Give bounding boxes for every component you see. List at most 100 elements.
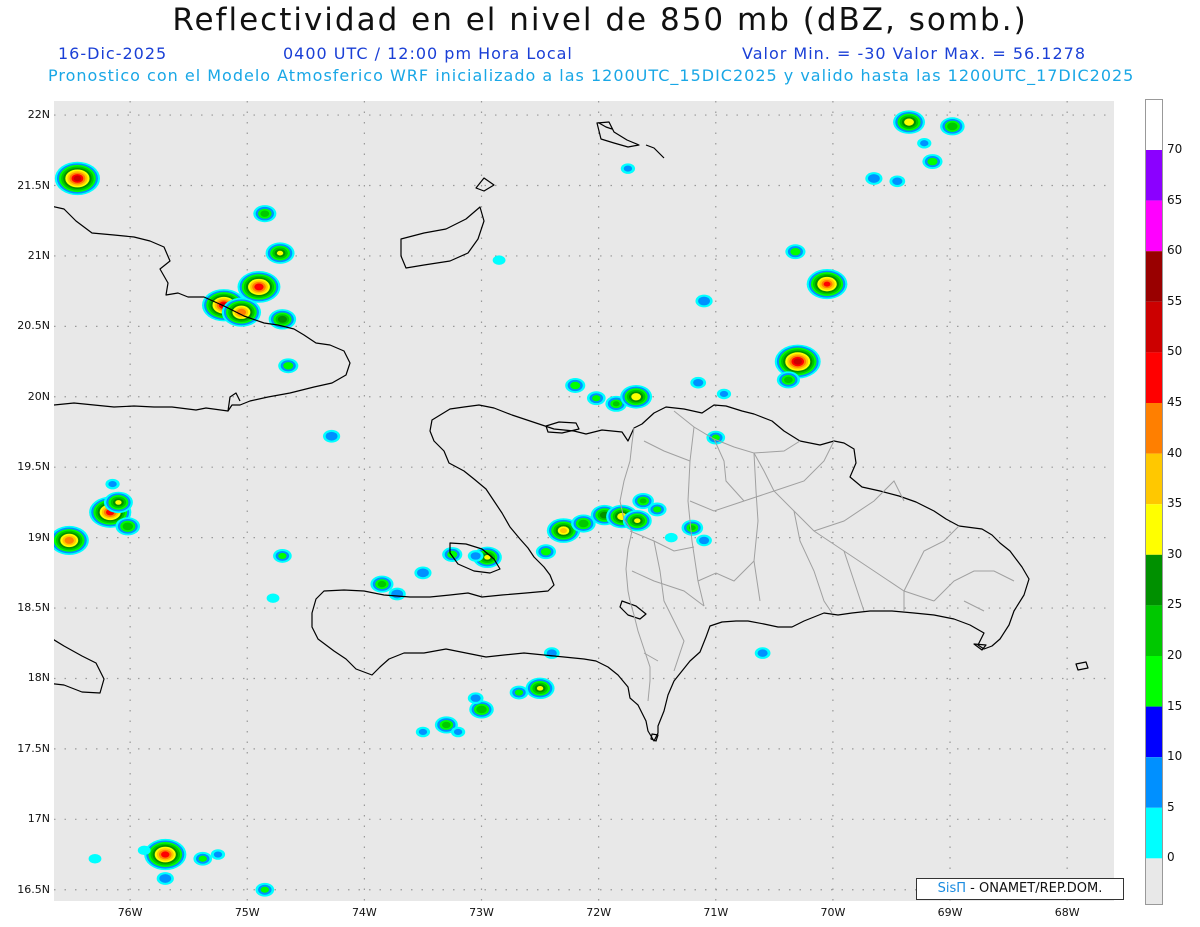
echo-contour: [73, 175, 82, 182]
sispi-logo: SisΠ: [937, 881, 967, 896]
colorbar-tick-label: 50: [1167, 344, 1183, 359]
echo-cell: [210, 849, 226, 860]
echo-cell: [647, 502, 667, 517]
colorbar-tick-label: 60: [1167, 243, 1183, 258]
echo-contour: [867, 174, 880, 183]
echo-contour: [325, 431, 338, 441]
echo-contour: [278, 552, 287, 559]
colorbar-tick-label: 15: [1167, 698, 1183, 713]
colorbar-tick-label: 65: [1167, 192, 1183, 207]
echo-cell: [695, 294, 713, 308]
map-title: Reflectividad en el nivel de 850 mb (dBZ…: [172, 2, 1028, 38]
echo-cell: [103, 491, 133, 514]
echo-contour: [198, 855, 207, 862]
colorbar-tick-label: 30: [1167, 546, 1183, 561]
echo-cell: [414, 566, 432, 580]
echo-cell: [273, 549, 292, 563]
lon-tick-label: 68W: [1054, 906, 1080, 919]
echo-cell: [415, 726, 431, 738]
echo-cell: [265, 242, 295, 264]
forecast-date: 16-Dic-2025: [58, 44, 168, 63]
echo-contour: [892, 177, 903, 186]
echo-cell: [865, 172, 883, 185]
colorbar-tick-label: 45: [1167, 395, 1183, 409]
credit-text: - ONAMET/REP.DOM.: [966, 881, 1103, 896]
colorbar-swatch: [1146, 554, 1162, 606]
colorbar-swatch: [1146, 504, 1162, 555]
echo-contour: [559, 527, 568, 534]
model-subtitle: Pronostico con el Modelo Atmosferico WRF…: [48, 66, 1135, 85]
lon-tick-label: 70W: [820, 906, 846, 919]
echo-contour: [570, 381, 581, 390]
echo-contour: [698, 296, 710, 306]
echo-cell: [716, 388, 732, 400]
echo-contour: [793, 358, 802, 365]
echo-cell: [664, 532, 678, 543]
lat-tick-label: 17.5N: [17, 741, 50, 755]
echo-contour: [634, 518, 641, 524]
echo-cell: [467, 692, 484, 704]
lon-tick-label: 75W: [234, 906, 260, 919]
echo-contour: [784, 376, 793, 384]
echo-cell: [586, 391, 606, 406]
echo-cell: [509, 685, 529, 700]
echo-contour: [653, 506, 662, 513]
echo-contour: [612, 401, 620, 407]
echo-cell: [525, 677, 555, 700]
colorbar: [1145, 99, 1163, 905]
echo-contour: [260, 210, 270, 217]
echo-contour: [260, 886, 269, 893]
lat-tick-label: 22N: [27, 108, 50, 122]
echo-contour: [592, 395, 601, 402]
echo-cell: [922, 154, 943, 170]
echo-cell: [776, 371, 800, 389]
echo-cell: [88, 854, 102, 864]
echo-cell: [785, 244, 806, 260]
echo-cell: [467, 550, 484, 562]
echo-contour: [476, 705, 487, 714]
echo-contour: [391, 589, 404, 599]
colorbar-tick-label: 40: [1167, 445, 1183, 460]
echo-contour: [536, 685, 544, 691]
lon-tick-label: 73W: [469, 906, 494, 919]
echo-contour: [623, 165, 633, 172]
echo-contour: [254, 283, 264, 291]
lat-tick-label: 17N: [27, 812, 50, 826]
echo-contour: [639, 498, 647, 504]
echo-contour: [161, 851, 170, 858]
echo-cell: [622, 510, 652, 532]
echo-contour: [631, 393, 641, 401]
echo-cell: [322, 429, 341, 443]
colorbar-swatch: [1146, 858, 1162, 904]
echo-cell: [893, 110, 925, 134]
forecast-time: 0400 UTC / 12:00 pm Hora Local: [283, 44, 573, 63]
echo-cell: [54, 161, 101, 196]
echo-cell: [696, 534, 712, 547]
echo-contour: [64, 536, 74, 544]
echo-cell: [806, 269, 848, 300]
echo-contour: [904, 118, 914, 126]
echo-contour: [88, 854, 102, 864]
echo-cell: [370, 575, 394, 593]
echo-cell: [492, 255, 506, 265]
echo-contour: [920, 140, 929, 147]
lat-tick-label: 19N: [27, 530, 50, 544]
echo-cell: [565, 378, 586, 393]
echo-contour: [693, 378, 704, 387]
echo-contour: [108, 481, 117, 488]
colorbar-swatch: [1146, 150, 1162, 201]
colorbar-swatch: [1146, 656, 1162, 707]
map-background: [54, 101, 1114, 901]
colorbar-tick-label: 35: [1167, 496, 1183, 511]
echo-cell: [144, 838, 187, 871]
echo-cell: [255, 882, 275, 897]
colorbar-swatch: [1146, 200, 1162, 252]
lat-tick-label: 21N: [27, 248, 50, 262]
colorbar-swatch: [1146, 403, 1162, 454]
echo-contour: [578, 519, 589, 528]
lon-tick-label: 71W: [703, 906, 729, 919]
colorbar-tick-label: 5: [1167, 799, 1175, 814]
reflectivity-map: 76W 75W 74W 73W 72W 71W 70W 69W 68W 22N 21.5N 21N 20…: [17, 101, 1114, 919]
echo-cell: [137, 845, 151, 856]
colorbar-tick-label: 25: [1167, 597, 1183, 612]
